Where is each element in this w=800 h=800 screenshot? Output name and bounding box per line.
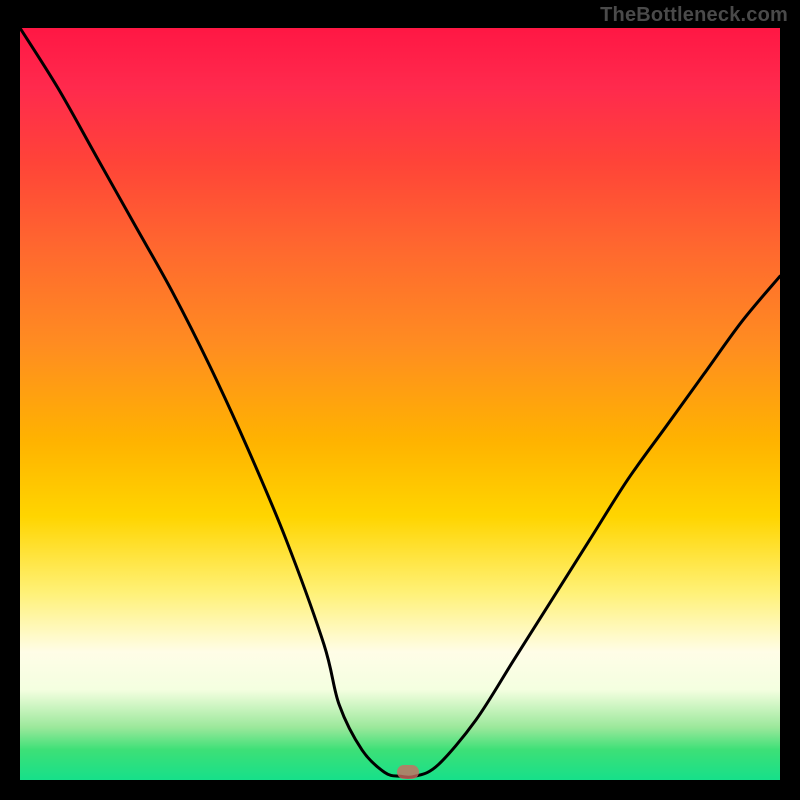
plot-area [20, 28, 780, 780]
bottleneck-curve [20, 28, 780, 777]
watermark-text: TheBottleneck.com [600, 4, 788, 27]
min-marker [397, 765, 419, 779]
curve-svg [20, 28, 780, 780]
chart-frame: TheBottleneck.com [0, 0, 800, 800]
